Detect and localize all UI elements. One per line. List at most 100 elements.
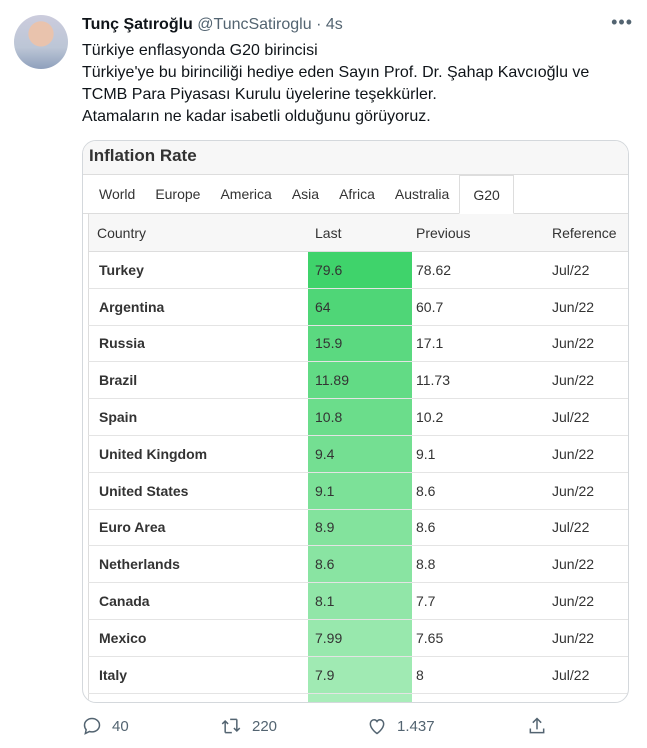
last-cell: 7.9 (308, 656, 412, 694)
last-cell: 9.4 (308, 435, 412, 473)
country-cell[interactable]: Italy (88, 656, 308, 694)
previous-cell: 7.6 (412, 693, 544, 702)
table-row: United States 9.1 8.6 Jun/22 (88, 472, 628, 510)
last-cell: 64 (308, 288, 412, 326)
header-country: Country (88, 214, 308, 252)
previous-cell: 8.6 (412, 509, 544, 547)
retweet-count: 220 (252, 717, 278, 735)
previous-cell: 7.7 (412, 582, 544, 620)
last-cell: 8.1 (308, 582, 412, 620)
tab-australia[interactable]: Australia (385, 175, 459, 213)
reference-cell: Jul/22 (544, 509, 628, 547)
tab-asia[interactable]: Asia (282, 175, 329, 213)
table-row: Spain 10.8 10.2 Jul/22 (88, 398, 628, 436)
previous-cell: 60.7 (412, 288, 544, 326)
table-row: Italy 7.9 8 Jul/22 (88, 656, 628, 694)
tweet-line: Türkiye'ye bu birinciliği hediye eden Sa… (82, 64, 590, 81)
country-cell[interactable]: Turkey (88, 251, 308, 289)
like-count: 1.437 (397, 717, 435, 735)
tweet-text: Türkiye enflasyonda G20 birincisi Türkiy… (82, 40, 632, 128)
reference-cell: Jun/22 (544, 435, 628, 473)
country-cell[interactable]: United Kingdom (88, 435, 308, 473)
reference-cell: Jul/22 (544, 251, 628, 289)
reference-cell: Jun/22 (544, 361, 628, 400)
country-cell[interactable]: Euro Area (88, 509, 308, 547)
tweet-line: Türkiye enflasyonda G20 birincisi (82, 42, 318, 59)
retweet-icon (221, 718, 241, 734)
country-cell[interactable]: Argentina (88, 288, 308, 326)
table-row: Brazil 11.89 11.73 Jun/22 (88, 361, 628, 400)
reference-cell: Jun/22 (544, 582, 628, 620)
last-cell: 8.9 (308, 509, 412, 547)
reference-cell: Jun/22 (544, 619, 628, 657)
tab-europe[interactable]: Europe (145, 175, 210, 213)
country-cell[interactable]: Germany (88, 693, 308, 702)
reference-cell: Jul/22 (544, 398, 628, 436)
last-cell: 9.1 (308, 472, 412, 510)
share-button[interactable] (527, 716, 547, 736)
reply-button[interactable]: 40 (82, 716, 129, 736)
tab-america[interactable]: America (210, 175, 281, 213)
tweet-header: Tunç Şatıroğlu @TuncSatiroglu · 4s (82, 16, 343, 34)
country-cell[interactable]: Canada (88, 582, 308, 620)
previous-cell: 9.1 (412, 435, 544, 473)
table-row: Argentina 64 60.7 Jun/22 (88, 288, 628, 326)
reference-cell: Jun/22 (544, 325, 628, 363)
table-row: Germany7.57.6Jul/22 (88, 693, 628, 702)
table-row: Russia 15.9 17.1 Jun/22 (88, 325, 628, 363)
previous-cell: 8.8 (412, 545, 544, 584)
table-row: Turkey 79.6 78.62 Jul/22 (88, 251, 628, 289)
tab-g20[interactable]: G20 (459, 175, 514, 214)
header-reference: Reference (544, 214, 628, 252)
inflation-table: Country Last Previous Reference Turkey 79… (88, 214, 628, 702)
reply-count: 40 (112, 717, 129, 735)
reference-cell: Jun/22 (544, 288, 628, 326)
last-cell: 8.6 (308, 545, 412, 584)
tab-world[interactable]: World (89, 175, 145, 213)
table-row: Euro Area 8.9 8.6 Jul/22 (88, 509, 628, 547)
tab-africa[interactable]: Africa (329, 175, 385, 213)
timestamp[interactable]: · 4s (316, 16, 343, 33)
table-row: Canada 8.1 7.7 Jun/22 (88, 582, 628, 620)
last-cell: 7.5 (308, 693, 412, 702)
previous-cell: 10.2 (412, 398, 544, 436)
last-cell: 79.6 (308, 251, 412, 289)
reference-cell: Jun/22 (544, 545, 628, 584)
last-cell: 10.8 (308, 398, 412, 436)
table-row: Netherlands 8.6 8.8 Jun/22 (88, 545, 628, 584)
tweet-line: TCMB Para Piyasası Kurulu üyelerine teşe… (82, 86, 437, 103)
last-cell: 15.9 (308, 325, 412, 363)
previous-cell: 8 (412, 656, 544, 694)
previous-cell: 7.65 (412, 619, 544, 657)
like-button[interactable]: 1.437 (367, 716, 435, 736)
region-tabs: World Europe America Asia Africa Australia G20 (83, 175, 628, 214)
more-icon[interactable]: ••• (611, 12, 633, 33)
country-cell[interactable]: Russia (88, 325, 308, 363)
reference-cell: Jun/22 (544, 472, 628, 510)
table-row: Mexico 7.99 7.65 Jun/22 (88, 619, 628, 657)
last-cell: 11.89 (308, 361, 412, 400)
reply-icon (83, 717, 101, 735)
avatar[interactable] (14, 15, 68, 69)
retweet-button[interactable]: 220 (220, 716, 277, 736)
country-cell[interactable]: Netherlands (88, 545, 308, 584)
attached-image[interactable]: Inflation Rate World Europe America Asia Afr… (82, 140, 629, 703)
last-cell: 7.99 (308, 619, 412, 657)
previous-cell: 11.73 (412, 361, 544, 400)
reference-cell: Jul/22 (544, 656, 628, 694)
header-previous: Previous (412, 214, 544, 252)
reference-cell: Jul/22 (544, 693, 628, 702)
previous-cell: 8.6 (412, 472, 544, 510)
previous-cell: 78.62 (412, 251, 544, 289)
previous-cell: 17.1 (412, 325, 544, 363)
country-cell[interactable]: Spain (88, 398, 308, 436)
table-row: United Kingdom 9.4 9.1 Jun/22 (88, 435, 628, 473)
country-cell[interactable]: Brazil (88, 361, 308, 400)
country-cell[interactable]: Mexico (88, 619, 308, 657)
country-cell[interactable]: United States (88, 472, 308, 510)
share-icon (529, 717, 545, 734)
author-name[interactable]: Tunç Şatıroğlu (82, 16, 193, 33)
tweet-line: Atamaların ne kadar isabetli olduğunu gö… (82, 108, 431, 125)
author-handle[interactable]: @TuncSatiroglu (197, 16, 311, 33)
header-last: Last (308, 214, 412, 252)
